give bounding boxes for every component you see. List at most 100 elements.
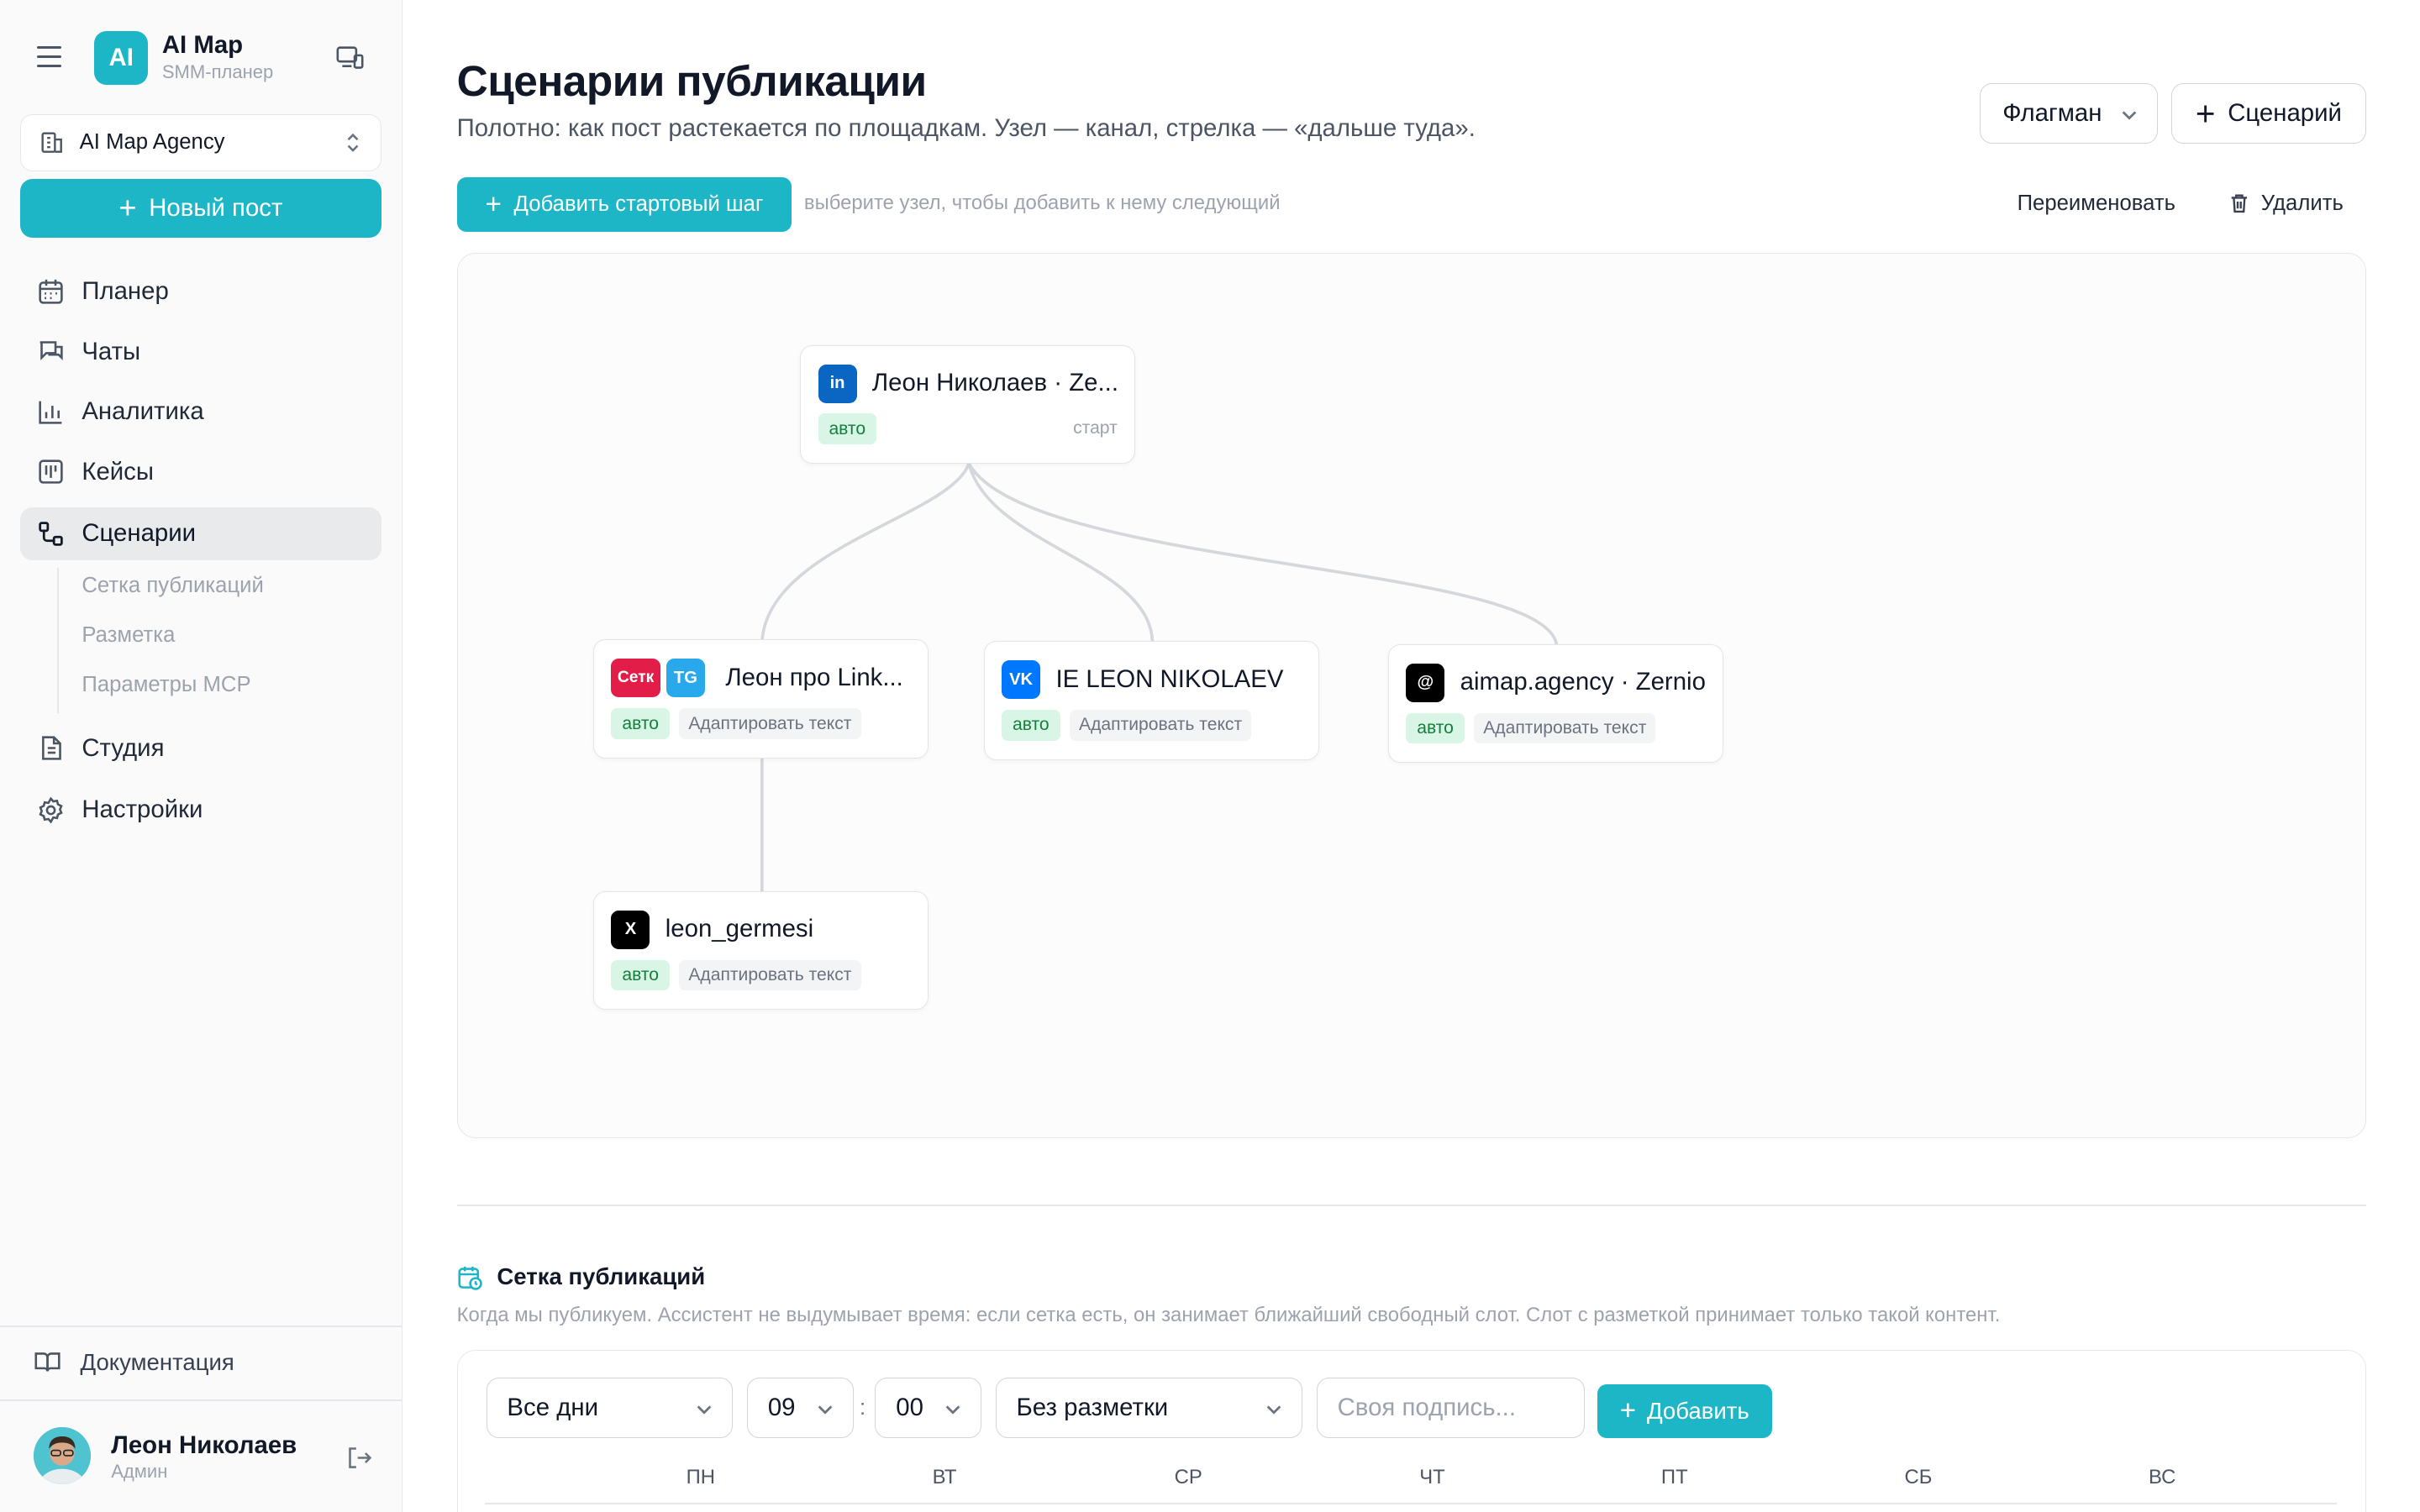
weekday-divider bbox=[484, 1502, 2337, 1504]
flow-node-x[interactable]: X leon_germesi авто Адаптировать текст bbox=[593, 890, 929, 1011]
chevron-down-icon bbox=[2122, 111, 2136, 120]
docs-link[interactable]: Документация bbox=[34, 1347, 234, 1378]
new-post-button[interactable]: + Новый пост bbox=[19, 179, 381, 238]
sidebar-item-planner[interactable]: Планер bbox=[20, 265, 381, 318]
days-select[interactable]: Все дни bbox=[486, 1378, 734, 1438]
minute-value: 00 bbox=[896, 1393, 923, 1421]
agency-name: AI Map Agency bbox=[79, 130, 225, 155]
workflow-icon bbox=[39, 522, 63, 546]
devices-icon[interactable] bbox=[336, 45, 364, 70]
chevron-down-icon bbox=[1266, 1405, 1281, 1415]
markup-select[interactable]: Без разметки bbox=[995, 1378, 1303, 1438]
platform-badges: VK bbox=[1002, 660, 1041, 700]
scenario-select[interactable]: Флагман bbox=[1980, 83, 2158, 144]
flow-node-threads[interactable]: @ aimap.agency · Zernio авто Адаптироват… bbox=[1388, 643, 1723, 764]
auto-badge: авто bbox=[818, 413, 876, 445]
sidebar-item-settings[interactable]: Настройки bbox=[20, 784, 381, 836]
scenario-select-value: Флагман bbox=[2002, 98, 2102, 127]
flow-node-vk[interactable]: VK IE LEON NIKOLAEV авто Адаптировать те… bbox=[983, 641, 1319, 760]
logout-icon[interactable] bbox=[345, 1444, 373, 1472]
sidebar-item-scenarios[interactable]: Сценарии bbox=[19, 507, 381, 560]
trash-icon bbox=[2231, 194, 2248, 213]
chat-icon bbox=[39, 341, 63, 361]
platform-badges: Сетк TG bbox=[611, 659, 705, 698]
sidebar-item-analytics[interactable]: Аналитика bbox=[20, 386, 381, 438]
weekday-label: СБ bbox=[1904, 1465, 1933, 1488]
sidebar-item-label: Планер bbox=[82, 277, 169, 306]
hour-value: 09 bbox=[767, 1393, 796, 1421]
vk-icon: VK bbox=[1002, 660, 1041, 700]
delete-button[interactable]: Удалить bbox=[2228, 192, 2344, 216]
sidebar-item-label: Студия bbox=[82, 733, 165, 762]
weekday-label: ВС bbox=[2149, 1465, 2176, 1488]
weekday-label: ПТ bbox=[1660, 1465, 1688, 1488]
sidebar-subitem-grid[interactable]: Сетка публикаций bbox=[82, 574, 264, 598]
add-slot-button[interactable]: + Добавить bbox=[1597, 1383, 1772, 1438]
sidebar-subitem-mcp[interactable]: Параметры MCP bbox=[82, 673, 250, 697]
node-name: IE LEON NIKOLAEV bbox=[1055, 664, 1284, 693]
menu-icon[interactable] bbox=[37, 46, 62, 68]
caption-input[interactable] bbox=[1316, 1378, 1586, 1438]
platform-badges: in bbox=[818, 364, 857, 403]
add-start-step-button[interactable]: + Добавить стартовый шаг bbox=[456, 177, 792, 232]
platform-badges: X bbox=[611, 910, 650, 949]
platform-badges: @ bbox=[1406, 663, 1445, 702]
adapt-text-badge: Адаптировать текст bbox=[1474, 712, 1656, 744]
weekday-label: ВТ bbox=[932, 1465, 957, 1488]
markup-select-value: Без разметки bbox=[1016, 1393, 1169, 1421]
auto-badge: авто bbox=[611, 708, 670, 739]
adapt-text-badge: Адаптировать текст bbox=[679, 708, 861, 739]
auto-badge: авто bbox=[1406, 712, 1465, 744]
flow-node-linkedin[interactable]: in Леон Николаев · Ze... авто старт bbox=[800, 344, 1135, 464]
weekday-label: СР bbox=[1174, 1465, 1202, 1488]
agency-selector[interactable]: AI Map Agency bbox=[19, 113, 381, 171]
user-photo-icon bbox=[34, 1426, 92, 1484]
edge bbox=[967, 463, 1559, 648]
time-separator: : bbox=[860, 1396, 866, 1420]
sidebar-item-label: Кейсы bbox=[82, 458, 154, 486]
plus-icon: + bbox=[2195, 93, 2216, 133]
add-slot-label: Добавить bbox=[1646, 1397, 1749, 1424]
rename-button[interactable]: Переименовать bbox=[2018, 192, 2175, 216]
app-title: AI Map bbox=[161, 30, 244, 59]
flow-node-telegram[interactable]: Сетк TG Леон про Link... авто Адаптирова… bbox=[593, 639, 929, 759]
canvas-hint: выберите узел, чтобы добавить к нему сле… bbox=[803, 191, 1281, 214]
x-icon: X bbox=[611, 910, 650, 949]
new-post-label: Новый пост bbox=[149, 193, 283, 222]
auto-badge: авто bbox=[611, 959, 670, 991]
kanban-icon bbox=[39, 459, 63, 485]
submenu-line bbox=[56, 567, 59, 713]
app-subtitle: SMM-планер bbox=[161, 61, 274, 83]
sidebar-item-label: Аналитика bbox=[82, 397, 204, 426]
sidebar-item-studio[interactable]: Студия bbox=[20, 722, 381, 774]
weekday-label: ЧТ bbox=[1419, 1465, 1445, 1488]
avatar[interactable] bbox=[34, 1426, 92, 1484]
minute-select[interactable]: 00 bbox=[875, 1378, 982, 1438]
plus-icon: + bbox=[118, 190, 137, 225]
sidebar-subitem-markup[interactable]: Разметка bbox=[82, 623, 175, 648]
node-name: leon_germesi bbox=[665, 915, 814, 943]
edge bbox=[760, 463, 971, 643]
chevron-down-icon bbox=[818, 1405, 832, 1415]
new-scenario-label: Сценарий bbox=[2228, 98, 2342, 127]
docs-label: Документация bbox=[80, 1348, 234, 1375]
plus-icon: + bbox=[1619, 1395, 1637, 1427]
divider bbox=[0, 1399, 403, 1401]
document-icon bbox=[42, 736, 61, 760]
calendar-clock-icon bbox=[458, 1266, 482, 1290]
building-icon bbox=[41, 132, 62, 154]
user-name: Леон Николаев bbox=[111, 1431, 297, 1460]
page-title: Сценарии публикации bbox=[456, 56, 927, 106]
chevron-down-icon bbox=[945, 1405, 960, 1415]
schedule-title: Сетка публикаций bbox=[497, 1263, 706, 1290]
node-name: Леон Николаев · Ze... bbox=[871, 369, 1118, 397]
plus-icon: + bbox=[485, 188, 502, 220]
hour-select[interactable]: 09 bbox=[746, 1378, 854, 1438]
sidebar: AI AI Map SMM-планер AI Map Agency + Нов… bbox=[0, 0, 403, 1512]
new-scenario-button[interactable]: + Сценарий bbox=[2171, 83, 2366, 144]
sidebar-item-chats[interactable]: Чаты bbox=[20, 326, 381, 378]
scenario-canvas[interactable]: in Леон Николаев · Ze... авто старт Сетк… bbox=[456, 253, 2366, 1139]
chevron-down-icon bbox=[697, 1405, 712, 1415]
sidebar-item-label: Чаты bbox=[82, 337, 141, 365]
sidebar-item-cases[interactable]: Кейсы bbox=[20, 446, 381, 498]
